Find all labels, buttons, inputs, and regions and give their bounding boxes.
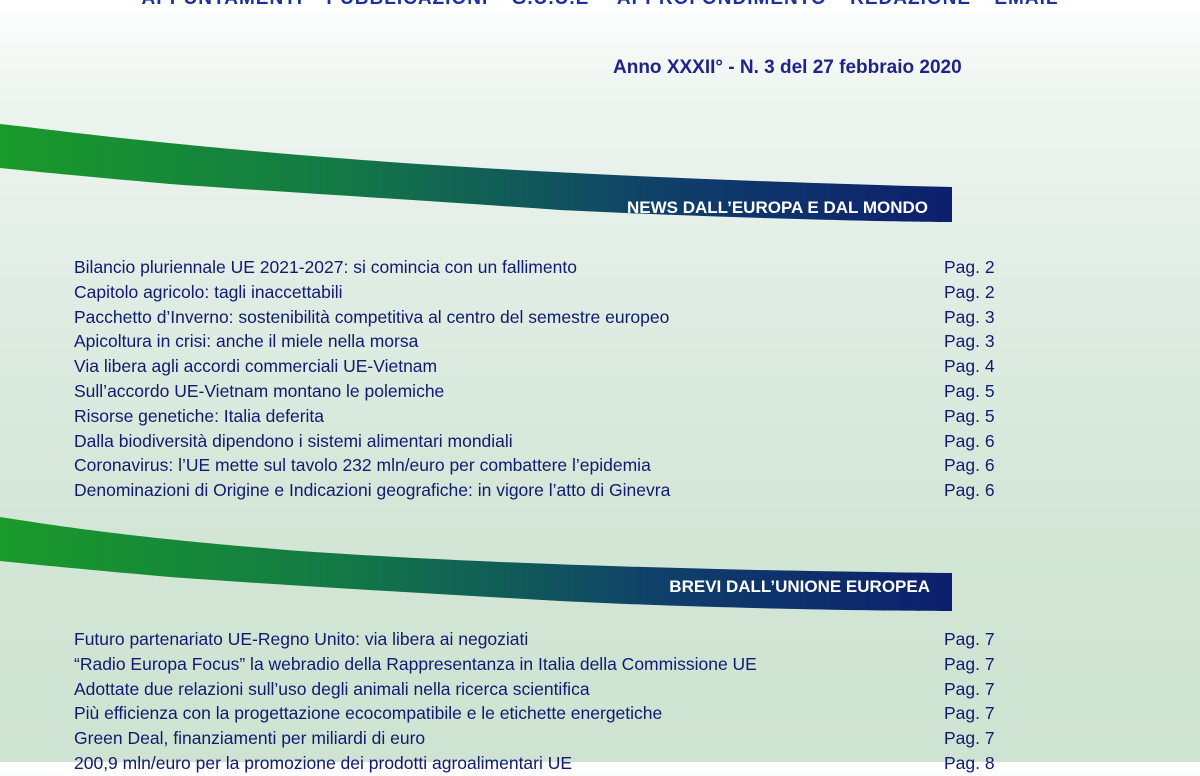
toc-item[interactable]: Pacchetto d’Inverno: sostenibilità compe…: [74, 305, 1004, 330]
section-banner-swoosh: [0, 124, 952, 222]
toc-item[interactable]: Adottate due relazioni sull’uso degli an…: [74, 677, 1004, 702]
nav-appuntamenti[interactable]: APPUNTAMENTI: [142, 0, 304, 9]
nav-guue[interactable]: G.U.U.E: [512, 0, 590, 9]
nav-email[interactable]: EMAIL: [994, 0, 1058, 9]
toc-item-title[interactable]: Via libera agli accordi commerciali UE-V…: [74, 354, 437, 379]
toc-item-title[interactable]: Apicoltura in crisi: anche il miele nell…: [74, 329, 418, 354]
toc-item-title[interactable]: Coronavirus: l’UE mette sul tavolo 232 m…: [74, 453, 651, 478]
toc-item-title[interactable]: 200,9 mln/euro per la promozione dei pro…: [74, 751, 572, 776]
toc-item[interactable]: Via libera agli accordi commerciali UE-V…: [74, 354, 1004, 379]
toc-item[interactable]: Risorse genetiche: Italia deferita Pag. 5: [74, 404, 1004, 429]
toc-item[interactable]: “Radio Europa Focus” la webradio della R…: [74, 652, 1004, 677]
toc-item[interactable]: Apicoltura in crisi: anche il miele nell…: [74, 329, 1004, 354]
toc-item[interactable]: Capitolo agricolo: tagli inaccettabili Pa…: [74, 280, 1004, 305]
toc-item-title[interactable]: Denominazioni di Origine e Indicazioni g…: [74, 478, 670, 503]
toc-item-title[interactable]: Green Deal, finanziamenti per miliardi d…: [74, 726, 425, 751]
toc-item[interactable]: 200,9 mln/euro per la promozione dei pro…: [74, 751, 1004, 776]
toc-item-page: Pag. 3: [944, 306, 995, 327]
toc-item-page: Pag. 7: [944, 629, 995, 649]
toc-item-page: Pag. 2: [944, 281, 995, 302]
issue-info: Anno XXXII° - N. 3 del 27 febbraio 2020: [613, 57, 962, 78]
nav-separator: –: [589, 0, 617, 9]
toc-item-page: Pag. 7: [944, 653, 995, 674]
toc-item[interactable]: Futuro partenariato UE-Regno Unito: via …: [74, 627, 1004, 652]
toc-item-title[interactable]: Dalla biodiversità dipendono i sistemi a…: [74, 429, 513, 454]
toc-item-page: Pag. 6: [944, 455, 995, 476]
nav-approfondimento[interactable]: APPROFONDIMENTO: [617, 0, 827, 9]
toc-item-title[interactable]: “Radio Europa Focus” la webradio della R…: [74, 652, 757, 677]
nav-redazione[interactable]: REDAZIONE: [850, 0, 971, 9]
toc-item-page: Pag. 5: [944, 405, 995, 426]
toc-item-page: Pag. 3: [944, 331, 995, 352]
nav-separator: -: [827, 0, 850, 9]
toc-item[interactable]: Sull’accordo UE-Vietnam montano le polem…: [74, 379, 1004, 404]
top-nav: APPUNTAMENTI-PUBBLICAZIONI-G.U.U.E–APPRO…: [0, 0, 1200, 10]
toc-item-title[interactable]: Risorse genetiche: Italia deferita: [74, 404, 324, 429]
toc-item-page: Pag. 2: [944, 257, 995, 277]
toc-item[interactable]: Bilancio pluriennale UE 2021-2027: si co…: [74, 255, 1004, 280]
toc-item-page: Pag. 5: [944, 380, 995, 401]
toc-brevi: Futuro partenariato UE-Regno Unito: via …: [74, 627, 1004, 776]
toc-item-title[interactable]: Sull’accordo UE-Vietnam montano le polem…: [74, 379, 444, 404]
toc-item[interactable]: Dalla biodiversità dipendono i sistemi a…: [74, 429, 1004, 454]
toc-item-page: Pag. 6: [944, 480, 995, 501]
nav-separator: -: [971, 0, 994, 9]
toc-item-page: Pag. 7: [944, 728, 995, 749]
toc-item-title[interactable]: Più efficienza con la progettazione ecoc…: [74, 701, 662, 726]
toc-item-page: Pag. 4: [944, 356, 995, 377]
toc-item-title[interactable]: Adottate due relazioni sull’uso degli an…: [74, 677, 590, 702]
toc-item-page: Pag. 7: [944, 703, 995, 724]
toc-item-title[interactable]: Futuro partenariato UE-Regno Unito: via …: [74, 627, 528, 652]
section-title-brevi: BREVI DALL’UNIONE EUROPEA: [669, 577, 930, 596]
section-title-news: NEWS DALL’EUROPA E DAL MONDO: [627, 198, 928, 217]
toc-item-title[interactable]: Pacchetto d’Inverno: sostenibilità compe…: [74, 305, 669, 330]
toc-item[interactable]: Più efficienza con la progettazione ecoc…: [74, 701, 1004, 726]
toc-item[interactable]: Coronavirus: l’UE mette sul tavolo 232 m…: [74, 453, 1004, 478]
toc-item-page: Pag. 8: [944, 752, 995, 773]
nav-separator: -: [488, 0, 511, 9]
toc-item[interactable]: Denominazioni di Origine e Indicazioni g…: [74, 478, 1004, 503]
toc-item[interactable]: Green Deal, finanziamenti per miliardi d…: [74, 726, 1004, 751]
toc-news: Bilancio pluriennale UE 2021-2027: si co…: [74, 255, 1004, 503]
toc-item-page: Pag. 7: [944, 678, 995, 699]
toc-item-page: Pag. 6: [944, 430, 995, 451]
toc-item-title[interactable]: Bilancio pluriennale UE 2021-2027: si co…: [74, 255, 577, 280]
toc-item-title[interactable]: Capitolo agricolo: tagli inaccettabili: [74, 280, 342, 305]
section-banner-swoosh: [0, 517, 952, 611]
nav-pubblicazioni[interactable]: PUBBLICAZIONI: [326, 0, 488, 9]
nav-separator: -: [303, 0, 326, 9]
